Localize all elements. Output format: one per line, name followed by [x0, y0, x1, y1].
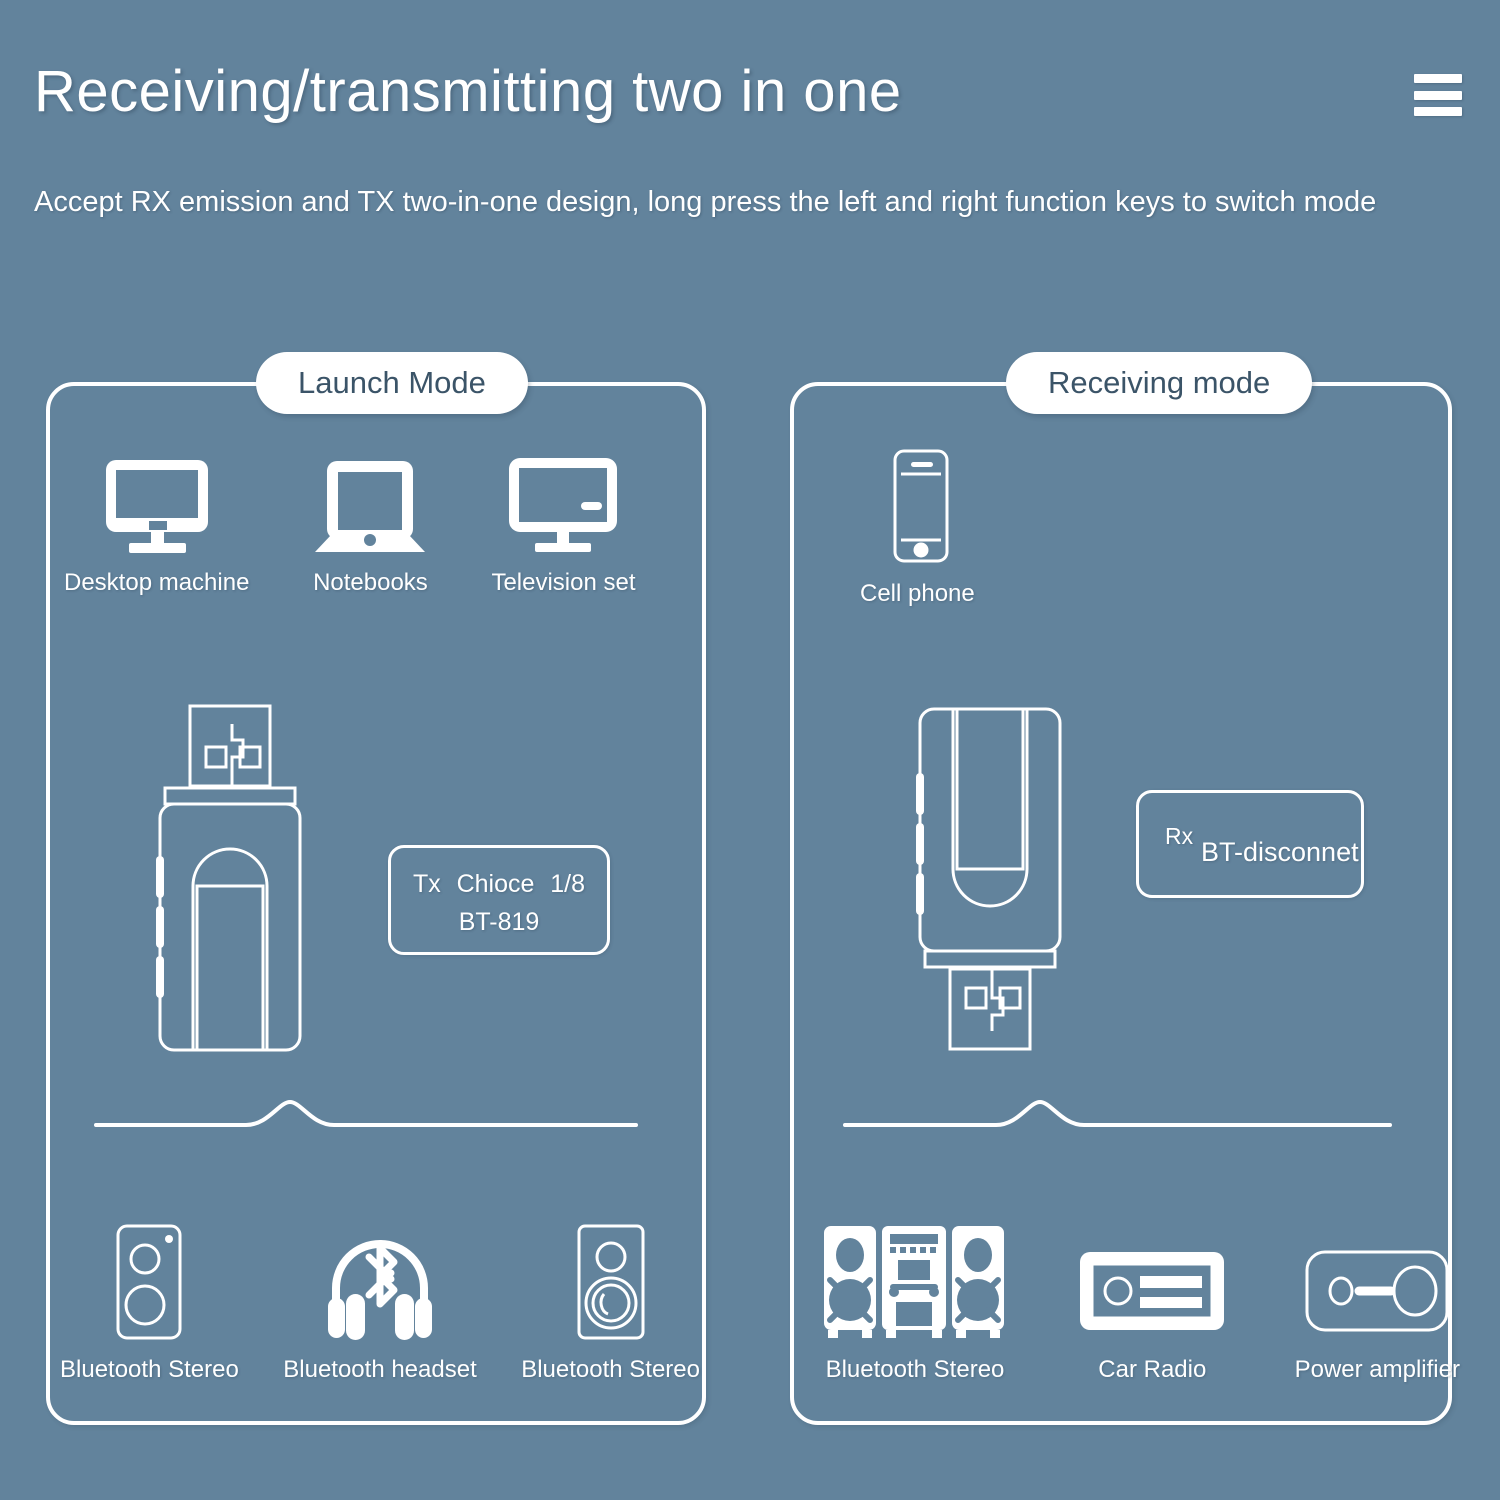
power-amplifier-icon: [1303, 1222, 1451, 1342]
rx-status-display: Rx BT-disconnet: [1136, 790, 1364, 898]
source-label: Television set: [491, 569, 636, 596]
receiving-mode-output-row: Bluetooth Stereo Car Radio Power amplifi…: [820, 1222, 1460, 1384]
hamburger-bar-1: [1414, 74, 1462, 83]
launch-mode-source-row: Desktop machine Notebooks Television set: [64, 455, 694, 597]
tx-device-name: BT-819: [458, 908, 540, 936]
output-hifi-stereo[interactable]: Bluetooth Stereo: [820, 1222, 1010, 1384]
source-notebooks[interactable]: Notebooks: [309, 455, 431, 597]
output-label: Power amplifier: [1294, 1356, 1460, 1383]
source-desktop-machine[interactable]: Desktop machine: [64, 455, 249, 597]
usb-dongle-receiver: [900, 705, 1080, 1055]
hifi-stereo-system-icon: [820, 1222, 1010, 1342]
hamburger-bar-2: [1414, 90, 1462, 100]
launch-mode-divider: [94, 1095, 638, 1135]
usb-dongle-transmitter: [140, 700, 320, 1055]
infographic-page: Receiving/transmitting two in one Accept…: [0, 0, 1500, 1500]
output-label: Bluetooth headset: [283, 1356, 477, 1383]
television-icon: [502, 455, 624, 555]
output-label: Bluetooth Stereo: [60, 1356, 239, 1383]
output-label: Bluetooth Stereo: [521, 1356, 700, 1383]
source-label: Notebooks: [313, 569, 428, 596]
output-car-radio[interactable]: Car Radio: [1078, 1222, 1226, 1384]
receiving-mode-source-row: Cell phone: [860, 448, 975, 608]
tx-index-label: 1/8: [550, 870, 585, 898]
output-bluetooth-stereo-right[interactable]: Bluetooth Stereo: [521, 1222, 700, 1384]
hamburger-menu-icon[interactable]: [1414, 74, 1462, 116]
launch-mode-output-row: Bluetooth Stereo Bluetooth headset Bluet…: [60, 1222, 700, 1384]
source-label: Desktop machine: [64, 569, 250, 596]
page-title: Receiving/transmitting two in one: [34, 59, 902, 124]
desktop-monitor-icon: [97, 455, 217, 555]
tx-mode-label: Tx: [413, 870, 441, 898]
output-label: Bluetooth Stereo: [825, 1356, 1005, 1383]
rx-status-label: BT-disconnet: [1201, 837, 1359, 867]
launch-mode-title: Launch Mode: [256, 352, 528, 414]
output-power-amplifier[interactable]: Power amplifier: [1295, 1222, 1460, 1384]
rx-mode-label: Rx: [1165, 823, 1194, 849]
tx-status-display: Tx Chioce 1/8 BT-819: [388, 845, 610, 955]
studio-speaker-icon: [568, 1222, 654, 1342]
bluetooth-headset-icon: [320, 1222, 440, 1342]
laptop-icon: [309, 455, 431, 555]
output-bluetooth-headset[interactable]: Bluetooth headset: [283, 1222, 477, 1384]
output-bluetooth-stereo-left[interactable]: Bluetooth Stereo: [60, 1222, 239, 1384]
tx-menu-label: Chioce: [456, 870, 535, 898]
car-radio-icon: [1078, 1222, 1226, 1342]
source-label: Cell phone: [860, 580, 975, 607]
source-cell-phone[interactable]: Cell phone: [860, 448, 975, 608]
hamburger-bar-3: [1414, 107, 1462, 116]
receiving-mode-title: Receiving mode: [1006, 352, 1313, 414]
speaker-box-icon: [106, 1222, 192, 1342]
receiving-mode-divider: [843, 1095, 1392, 1135]
page-subtitle: Accept RX emission and TX two-in-one des…: [34, 186, 1377, 218]
tx-status-line-1: Tx Chioce 1/8: [391, 870, 607, 899]
cell-phone-icon: [871, 448, 963, 566]
output-label: Car Radio: [1098, 1356, 1207, 1383]
source-television-set[interactable]: Television set: [491, 455, 636, 597]
